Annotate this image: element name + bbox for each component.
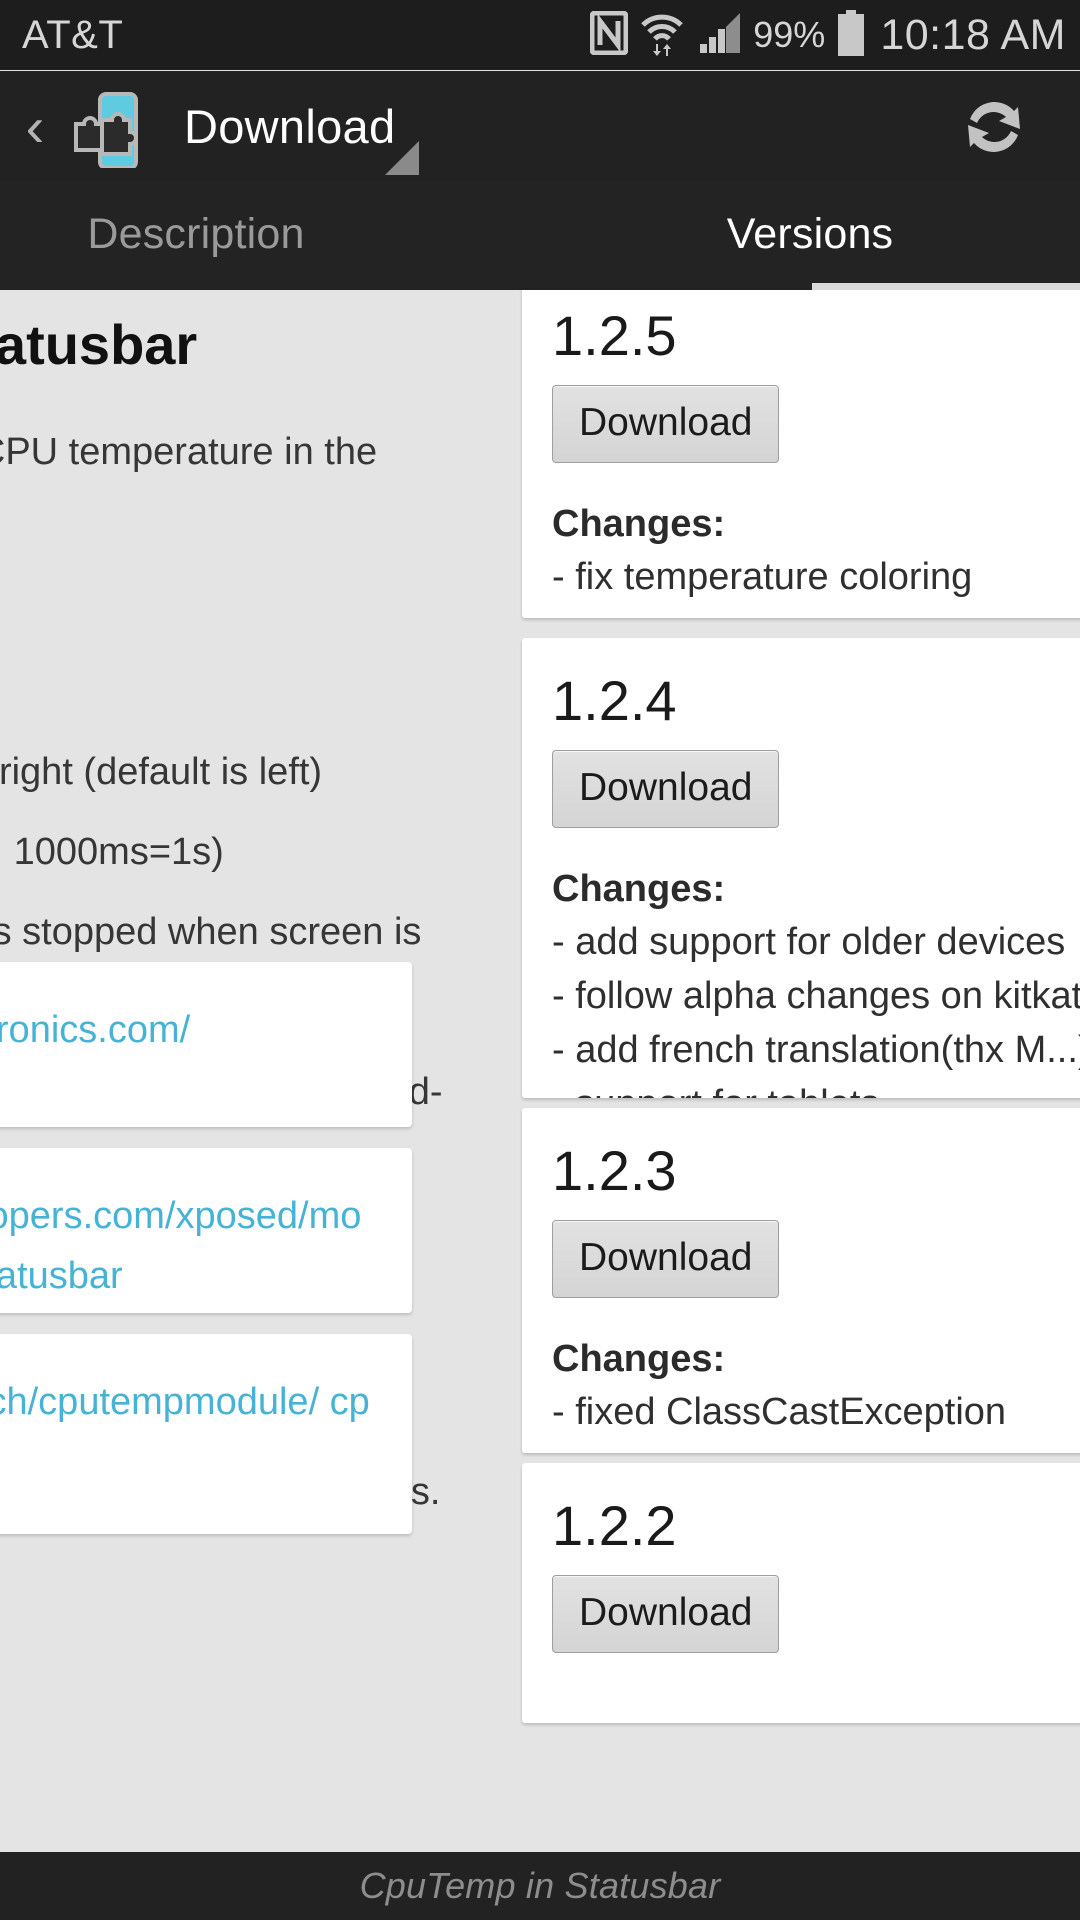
download-button[interactable]: Download <box>552 385 780 463</box>
download-button[interactable]: Download <box>552 1220 780 1298</box>
module-link[interactable]: http://forum.xda-developers.com/xposed/m… <box>0 1186 378 1306</box>
battery-percent-label: 99% <box>753 14 826 55</box>
cellular-signal-icon <box>696 11 742 60</box>
tab-description[interactable]: Description <box>0 182 456 286</box>
clock-label: 10:18 AM <box>880 10 1066 59</box>
version-card: 1.2.2 Download <box>522 1463 1080 1723</box>
app-screen: AT&T 99% 10:18 AM ‹ Download Description… <box>0 0 1080 1920</box>
version-number: 1.2.3 <box>552 1139 677 1202</box>
download-button[interactable]: Download <box>552 750 780 828</box>
change-item: - fixed ClassCastException <box>552 1391 1007 1433</box>
action-bar: ‹ Download <box>0 71 1080 182</box>
tab-selection-indicator <box>812 283 1080 290</box>
change-item: - support for tablets <box>552 1077 1080 1098</box>
download-button[interactable]: Download <box>552 1575 780 1653</box>
link-card[interactable]: http://forum.xda-developers.com/xposed/m… <box>0 1148 412 1313</box>
status-bar: AT&T 99% 10:18 AM <box>0 0 1080 70</box>
changes-label: Changes: <box>552 503 726 545</box>
dropdown-corner-indicator <box>385 141 419 175</box>
refresh-icon[interactable] <box>956 89 1032 165</box>
version-number: 1.2.5 <box>552 304 677 367</box>
wifi-icon <box>639 10 685 61</box>
module-link[interactable]: https://github.com/vitsch/cputempmodule/… <box>0 1372 378 1492</box>
versions-pane: 1.2.5 Download Changes: - fix temperatur… <box>522 290 1080 1852</box>
version-number: 1.2.4 <box>552 669 677 732</box>
back-button[interactable]: ‹ <box>12 98 58 155</box>
description-pane: CpuTemp in Statusbar A module to show th… <box>0 290 484 1852</box>
tab-versions[interactable]: Versions <box>540 182 1080 286</box>
module-title: CpuTemp in Statusbar <box>0 313 198 376</box>
version-card: 1.2.5 Download Changes: - fix temperatur… <box>522 290 1080 618</box>
content-area: CpuTemp in Statusbar A module to show th… <box>0 290 1080 1852</box>
change-item: - follow alpha changes on kitkat <box>552 975 1080 1017</box>
change-item: - add french translation(thx M...) <box>552 1029 1080 1071</box>
changes-label: Changes: <box>552 1338 726 1380</box>
module-link[interactable]: http://www.vitsch-electronics.com/ <box>0 1000 378 1060</box>
change-item: - add support for older devices <box>552 921 1066 963</box>
change-item: - fix temperature coloring <box>552 556 973 598</box>
link-card[interactable]: https://github.com/vitsch/cputempmodule/… <box>0 1334 412 1534</box>
changes-label: Changes: <box>552 868 726 910</box>
bottom-title-label: CpuTemp in Statusbar <box>359 1865 721 1906</box>
version-card: 1.2.3 Download Changes: - fixed ClassCas… <box>522 1108 1080 1453</box>
battery-icon <box>836 9 866 61</box>
nfc-icon <box>589 10 629 60</box>
tab-bar: Description Versions <box>0 182 1080 290</box>
version-card: 1.2.4 Download Changes: - add support fo… <box>522 638 1080 1098</box>
version-number: 1.2.2 <box>552 1494 677 1557</box>
xposed-module-puzzle-icon <box>66 86 148 170</box>
link-card[interactable]: http://www.vitsch-electronics.com/ <box>0 962 412 1127</box>
page-title: Download <box>184 100 396 153</box>
carrier-label: AT&T <box>22 12 124 57</box>
bottom-title-bar: CpuTemp in Statusbar <box>0 1852 1080 1920</box>
status-icons: 99% <box>589 9 866 61</box>
